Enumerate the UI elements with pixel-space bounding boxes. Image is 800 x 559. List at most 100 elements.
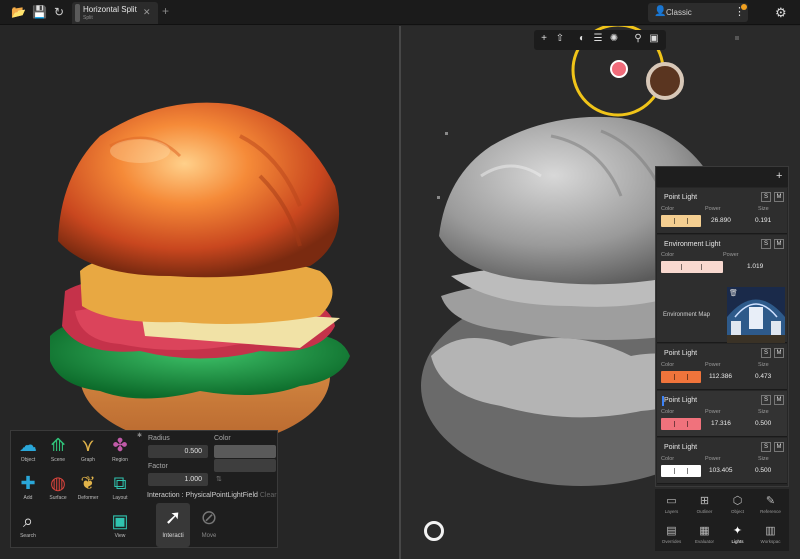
factor-field[interactable]: 1.000 (148, 473, 208, 486)
tool-add[interactable]: ✚ Add (13, 471, 43, 507)
light-card-selected[interactable]: Point Light S M Color Power Size 17.316 … (657, 391, 787, 437)
light-color-swatch[interactable] (661, 465, 701, 477)
move-icon: ⊘ (200, 507, 218, 529)
light-color-swatch[interactable] (661, 215, 701, 227)
solo-button[interactable]: S (761, 395, 771, 405)
layers-icon[interactable]: ▣ (648, 33, 660, 44)
size-value[interactable]: 0.500 (755, 420, 771, 427)
gear-icon[interactable]: ⚙ (775, 5, 787, 21)
delete-map-icon[interactable]: 🗑 (729, 289, 738, 297)
power-value[interactable]: 1.019 (747, 263, 763, 270)
nav-outliner[interactable]: ⊞ Outliner (688, 491, 721, 521)
light-color-swatch[interactable] (661, 418, 701, 430)
object-icon: ☁ (19, 435, 37, 455)
solo-button[interactable]: S (761, 239, 771, 249)
color-label: Color (661, 409, 675, 415)
nav-layers[interactable]: ▭ Layers (655, 491, 688, 521)
sliders-icon[interactable]: ☰ (592, 33, 604, 44)
light-color-swatch[interactable] (661, 261, 723, 273)
solo-button[interactable]: S (761, 348, 771, 358)
panel-switcher: ▭ Layers ⊞ Outliner ⬡ Object ✎ Reference ▤ Ov… (655, 489, 789, 551)
app-window: 📂 💾 ↻ Horizontal Split Split ✕ + 👤 Class… (0, 0, 800, 559)
pin-icon[interactable]: ✱ (137, 432, 142, 439)
nav-overrides[interactable]: ▤ Overrides (655, 521, 688, 551)
tool-region[interactable]: ✤ Region (105, 433, 135, 469)
mute-button[interactable]: M (774, 348, 784, 358)
light-color-swatch[interactable] (661, 371, 701, 383)
swap-icon[interactable]: ⇅ (216, 475, 222, 483)
mute-button[interactable]: M (774, 442, 784, 452)
solo-button[interactable]: S (761, 192, 771, 202)
notification-badge (741, 4, 747, 10)
environment-light-card[interactable]: Environment Light S M Color Power 1.019 … (657, 235, 787, 343)
pointer-icon: ➚ (164, 507, 182, 529)
power-value[interactable]: 17.316 (711, 420, 731, 427)
power-value[interactable]: 112.386 (709, 373, 732, 380)
surface-icon: ◍ (50, 473, 66, 493)
puzzle-icon: ✤ (112, 435, 128, 455)
size-label: Size (758, 362, 769, 368)
radius-field[interactable]: 0.500 (148, 445, 208, 458)
add-icon: ✚ (20, 473, 36, 493)
light-bulb-icon[interactable]: ✺ (608, 33, 620, 44)
color-swatch-secondary[interactable] (214, 459, 276, 472)
nav-reference[interactable]: ✎ Reference (754, 491, 787, 521)
power-label: Power (705, 362, 721, 368)
color-label: Color (661, 206, 675, 212)
light-card[interactable]: Point Light S M Color Power Size 103.405… (657, 438, 787, 484)
tool-view[interactable]: ▣ View (105, 509, 135, 545)
light-card[interactable]: Point Light S M Color Power Size 112.386… (657, 344, 787, 390)
mode-interaction[interactable]: ➚ Interacti (156, 503, 190, 547)
location-pin-icon[interactable]: ⚲ (632, 33, 644, 44)
open-folder-icon[interactable]: 📂 (11, 5, 26, 19)
export-icon[interactable]: ⇧ (554, 33, 566, 44)
tool-deformer[interactable]: ❦ Deformer (73, 471, 103, 507)
light-title: Point Light (664, 350, 698, 357)
save-as-icon[interactable]: ↻ (52, 5, 66, 19)
tool-search[interactable]: ⌕ Search (13, 509, 43, 545)
mute-button[interactable]: M (774, 192, 784, 202)
nav-object[interactable]: ⬡ Object (721, 491, 754, 521)
tab-title: Horizontal Split (83, 5, 137, 14)
environment-map-label: Environment Map (663, 312, 711, 318)
power-value[interactable]: 26.890 (711, 217, 731, 224)
tab-horizontal-split[interactable]: Horizontal Split Split ✕ (72, 2, 158, 24)
mode-move[interactable]: ⊘ Move (192, 503, 226, 547)
add-icon[interactable]: + (538, 33, 550, 44)
mute-button[interactable]: M (774, 395, 784, 405)
color-label: Color (661, 252, 675, 258)
tool-palette: ☁ Object ⟰ Scene ⋎ Graph ✤ Region ✚ Add … (10, 430, 278, 548)
power-value[interactable]: 103.405 (709, 467, 733, 474)
top-bar: 📂 💾 ↻ Horizontal Split Split ✕ + 👤 Class… (0, 0, 800, 25)
size-value[interactable]: 0.191 (755, 217, 771, 224)
rotate-icon[interactable]: ◐ (576, 33, 588, 44)
color-swatch[interactable] (214, 445, 276, 458)
cursor-ring (424, 521, 444, 541)
tool-graph[interactable]: ⋎ Graph (73, 433, 103, 469)
tool-surface[interactable]: ◍ Surface (43, 471, 73, 507)
radius-label: Radius (148, 435, 170, 442)
deformer-icon: ❦ (80, 473, 96, 493)
tool-scene[interactable]: ⟰ Scene (43, 433, 73, 469)
profile-selector[interactable]: 👤 Classic ⋮ (648, 3, 748, 22)
tool-layout[interactable]: ⧉ Layout (105, 471, 135, 507)
nav-workspace[interactable]: ▥ Workspac (754, 521, 787, 551)
light-card[interactable]: Point Light S M Color Power Size 26.890 … (657, 188, 787, 234)
size-label: Size (758, 456, 769, 462)
nav-lights[interactable]: ✦ Lights (721, 521, 754, 551)
layout-icon: ⧉ (113, 473, 127, 493)
add-light-icon[interactable]: + (776, 170, 782, 182)
scene-tree-icon: ⟰ (50, 435, 66, 455)
outliner-icon: ⊞ (699, 495, 710, 507)
close-icon[interactable]: ✕ (143, 7, 151, 18)
size-value[interactable]: 0.473 (755, 373, 771, 380)
power-label: Power (705, 456, 721, 462)
mute-button[interactable]: M (774, 239, 784, 249)
size-value[interactable]: 0.500 (755, 467, 771, 474)
save-icon[interactable]: 💾 (32, 5, 47, 19)
nav-evaluator[interactable]: ▦ Evaluator (688, 521, 721, 551)
tool-object[interactable]: ☁ Object (13, 433, 43, 469)
tab-grip (75, 4, 80, 22)
add-tab-icon[interactable]: + (162, 4, 169, 18)
solo-button[interactable]: S (761, 442, 771, 452)
